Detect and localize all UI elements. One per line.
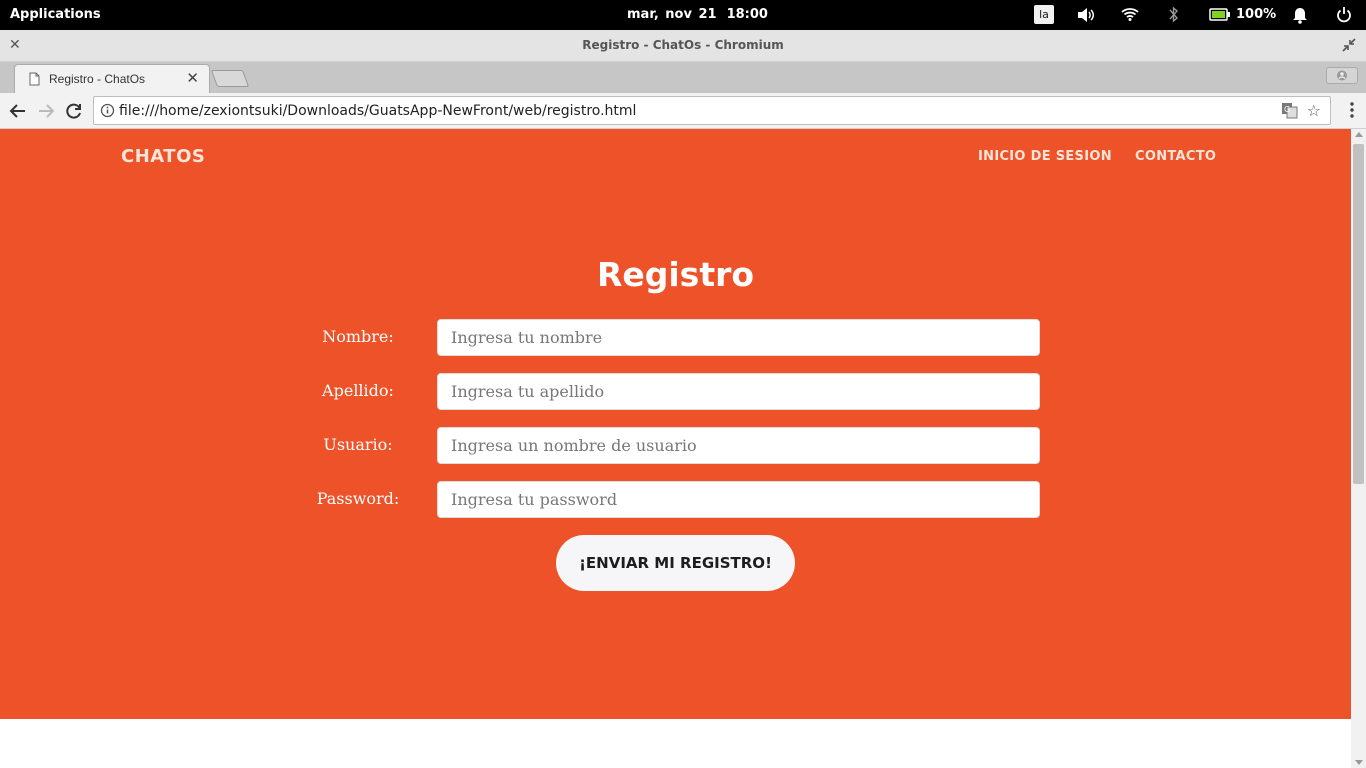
keyboard-layout-indicator[interactable]: la <box>1034 5 1054 24</box>
bluetooth-icon[interactable] <box>1168 6 1180 23</box>
submit-registration-button[interactable]: ¡ENVIAR MI REGISTRO! <box>556 535 795 591</box>
usuario-input[interactable] <box>437 427 1040 464</box>
page-icon <box>29 72 40 86</box>
page-viewport: CHATOS INICIO DE SESION CONTACTO Registr… <box>0 129 1351 768</box>
window-title: Registro - ChatOs - Chromium <box>582 38 784 52</box>
forward-arrow-icon[interactable] <box>36 101 56 121</box>
translate-icon[interactable]: G <box>1281 102 1298 119</box>
page-title: Registro <box>596 255 755 294</box>
scrollbar-thumb[interactable] <box>1353 144 1364 484</box>
svg-text:G: G <box>1284 105 1290 114</box>
address-bar[interactable]: file:///home/zexiontsuki/Downloads/Guats… <box>93 96 1331 125</box>
tab-title: Registro - ChatOs <box>49 72 146 86</box>
more-menu-icon[interactable] <box>1350 102 1354 118</box>
usuario-label: Usuario: <box>323 435 393 454</box>
page-scrollbar[interactable] <box>1351 129 1366 768</box>
window-titlebar[interactable]: ✕ Registro - ChatOs - Chromium <box>0 30 1366 62</box>
bookmark-star-icon[interactable]: ☆ <box>1307 101 1321 120</box>
volume-icon[interactable] <box>1076 6 1096 24</box>
scroll-up-arrow-icon[interactable] <box>1355 132 1363 137</box>
new-tab-button[interactable] <box>210 70 250 87</box>
clock[interactable]: mar, nov 21 18:00 <box>627 7 768 22</box>
browser-toolbar: file:///home/zexiontsuki/Downloads/Guats… <box>0 93 1366 129</box>
power-icon[interactable] <box>1336 6 1352 23</box>
wifi-icon[interactable] <box>1121 6 1139 22</box>
registration-section: CHATOS INICIO DE SESION CONTACTO Registr… <box>0 129 1351 719</box>
tab-close-icon[interactable]: ✕ <box>186 69 199 87</box>
battery-icon[interactable] <box>1209 8 1231 21</box>
nombre-input[interactable] <box>437 319 1040 356</box>
url-text[interactable]: file:///home/zexiontsuki/Downloads/Guats… <box>119 103 636 119</box>
nav-link-contact[interactable]: CONTACTO <box>1135 149 1216 164</box>
nombre-label: Nombre: <box>322 327 394 346</box>
time-text: 18:00 <box>726 7 768 22</box>
password-input[interactable] <box>437 481 1040 518</box>
browser-tab[interactable]: Registro - ChatOs ✕ <box>14 64 210 93</box>
form-row-password: Password: <box>0 481 1351 519</box>
reload-icon[interactable] <box>64 101 84 121</box>
scroll-down-arrow-icon[interactable] <box>1355 760 1363 765</box>
info-icon[interactable] <box>100 103 115 118</box>
apellido-input[interactable] <box>437 373 1040 410</box>
date-text: mar, nov 21 <box>627 7 717 22</box>
form-row-nombre: Nombre: <box>0 319 1351 357</box>
applications-menu[interactable]: Applications <box>10 7 101 22</box>
apellido-label: Apellido: <box>322 381 394 400</box>
password-label: Password: <box>316 489 400 508</box>
profile-icon <box>1337 70 1347 81</box>
form-row-apellido: Apellido: <box>0 373 1351 411</box>
back-arrow-icon[interactable] <box>8 101 28 121</box>
os-top-panel: Applications mar, nov 21 18:00 la 100% <box>0 0 1366 30</box>
battery-percent: 100% <box>1236 7 1277 22</box>
site-brand[interactable]: CHATOS <box>121 146 205 167</box>
profile-button[interactable] <box>1326 67 1358 84</box>
nav-link-login[interactable]: INICIO DE SESION <box>978 149 1112 164</box>
tab-strip: Registro - ChatOs ✕ <box>0 62 1366 93</box>
unmaximize-icon[interactable] <box>1342 38 1356 52</box>
form-row-usuario: Usuario: <box>0 427 1351 465</box>
notification-bell-icon[interactable] <box>1292 6 1308 24</box>
